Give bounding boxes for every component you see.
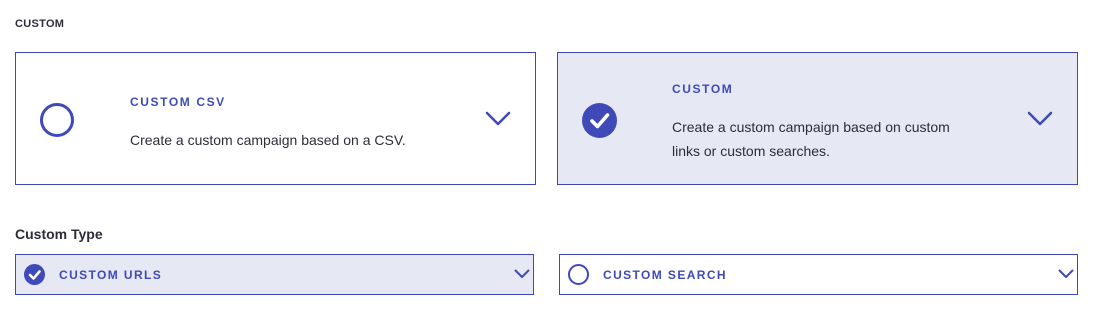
check-circle-icon[interactable]	[582, 103, 617, 138]
chevron-down-icon[interactable]	[1058, 269, 1074, 279]
card-title: CUSTOM CSV	[130, 95, 226, 109]
custom-type-label: Custom Type	[15, 226, 103, 242]
card-title: CUSTOM	[672, 82, 734, 96]
custom-search-option[interactable]: CUSTOM SEARCH	[559, 254, 1078, 295]
custom-urls-option[interactable]: CUSTOM URLS	[15, 254, 534, 295]
radio-empty-icon[interactable]	[568, 264, 589, 285]
custom-card[interactable]: CUSTOM Create a custom campaign based on…	[557, 52, 1078, 185]
option-label: CUSTOM URLS	[59, 268, 163, 282]
chevron-down-icon[interactable]	[1027, 111, 1053, 127]
chevron-down-icon[interactable]	[485, 111, 511, 127]
option-label: CUSTOM SEARCH	[603, 268, 727, 282]
section-label: CUSTOM	[15, 18, 65, 30]
card-description: Create a custom campaign based on a CSV.	[130, 132, 406, 148]
custom-csv-card[interactable]: CUSTOM CSV Create a custom campaign base…	[15, 52, 536, 185]
radio-empty-icon[interactable]	[40, 103, 74, 137]
chevron-down-icon[interactable]	[514, 269, 530, 279]
card-description: Create a custom campaign based on custom…	[672, 119, 950, 159]
check-circle-icon[interactable]	[24, 264, 45, 285]
